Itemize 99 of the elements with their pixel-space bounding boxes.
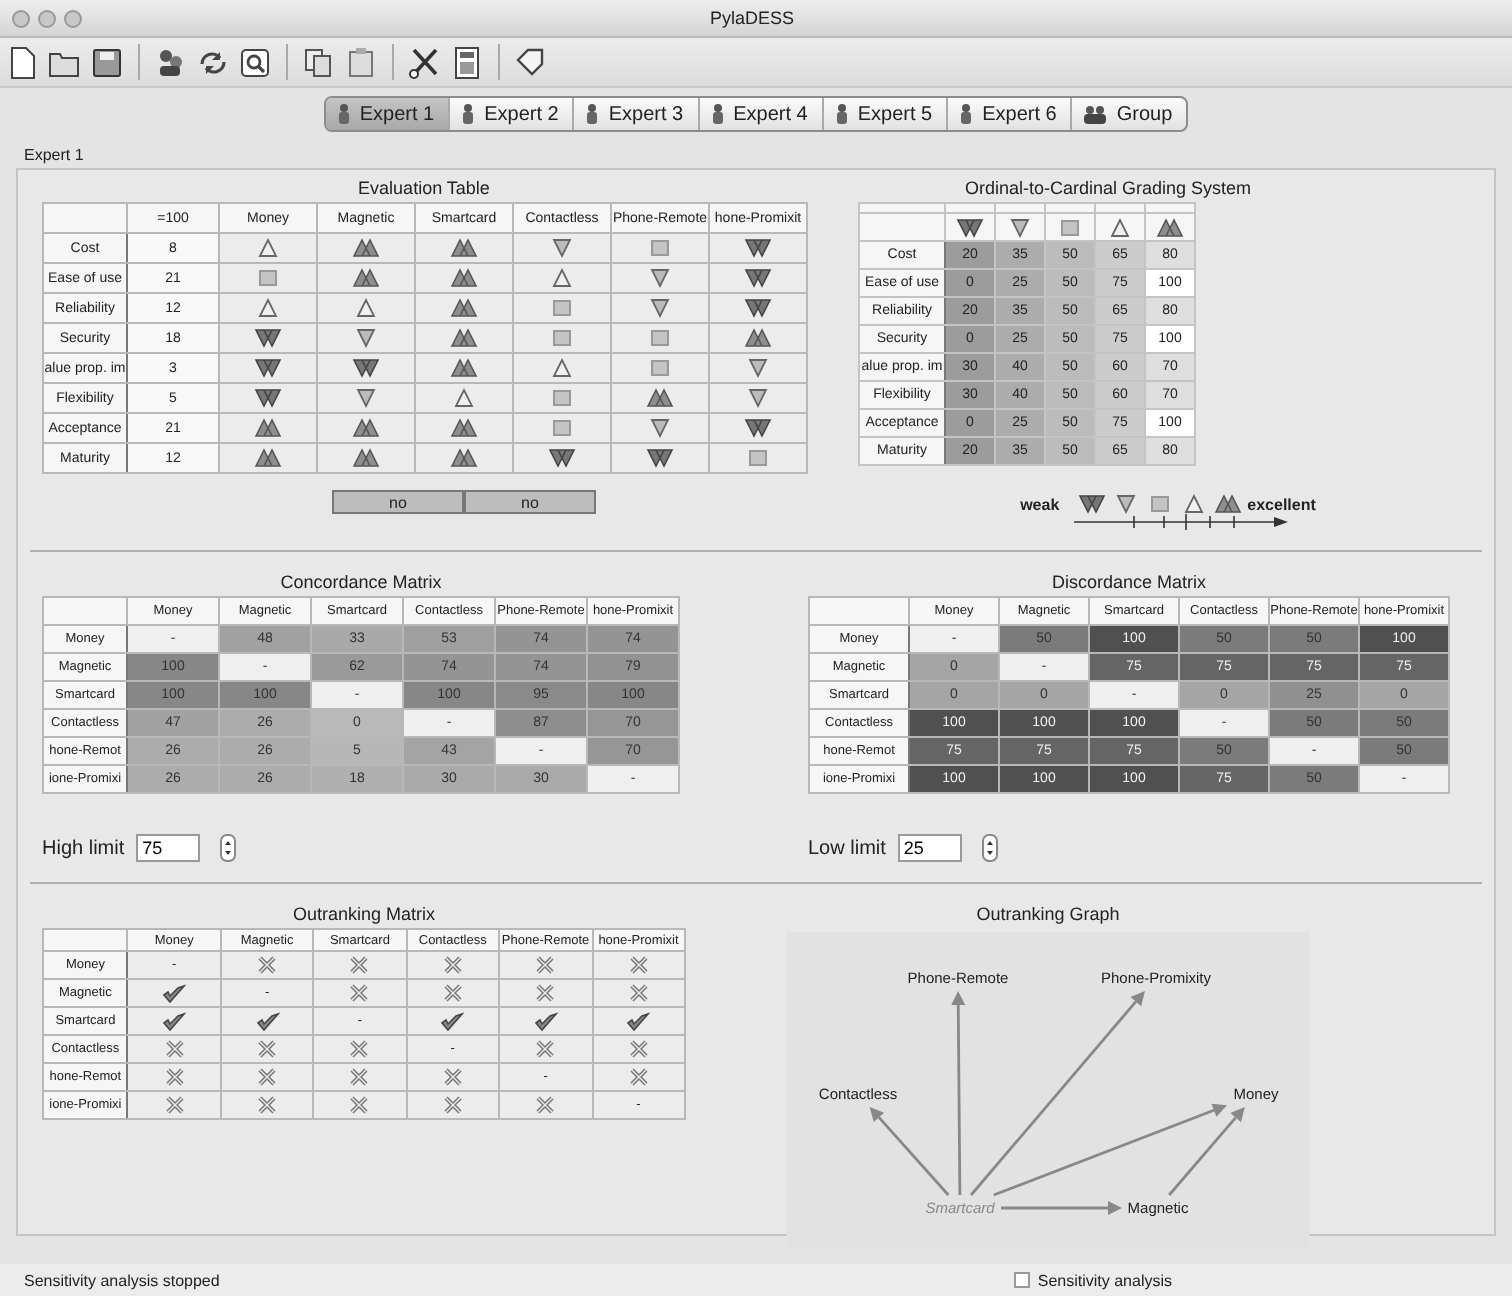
square-icon — [548, 418, 576, 438]
double-down-triangle-icon — [254, 358, 282, 378]
expert-tab[interactable]: Expert 4 — [699, 98, 824, 130]
checkbox[interactable] — [1013, 1272, 1030, 1288]
square-icon — [744, 448, 772, 468]
up-triangle-icon — [254, 238, 282, 258]
double-up-triangle-icon — [646, 388, 674, 408]
table-title: Discordance Matrix — [1049, 572, 1209, 592]
stepper-icon[interactable] — [981, 834, 998, 862]
double-up-triangle-icon — [450, 358, 478, 378]
search-icon[interactable] — [238, 45, 272, 79]
double-up-triangle-icon — [744, 328, 772, 348]
copy-icon[interactable] — [302, 45, 336, 79]
double-up-triangle-icon — [254, 448, 282, 468]
down-triangle-icon — [1111, 494, 1140, 514]
legend-label: excellent — [1247, 495, 1316, 513]
up-triangle-icon — [548, 358, 576, 378]
table-title: Ordinal-to-Cardinal Grading System — [962, 178, 1254, 198]
double-up-triangle-icon — [450, 328, 478, 348]
person-icon — [711, 104, 724, 124]
expert-tab[interactable]: Expert 5 — [823, 98, 949, 130]
group-tab[interactable]: Group — [1072, 98, 1187, 130]
down-triangle-icon — [646, 418, 674, 438]
calculator-icon[interactable] — [450, 45, 484, 79]
double-down-triangle-icon — [744, 298, 772, 318]
status-message: Sensitivity analysis stopped — [24, 1271, 220, 1289]
down-triangle-icon — [352, 328, 380, 348]
up-triangle-icon — [450, 388, 478, 408]
square-icon — [548, 298, 576, 318]
down-triangle-icon — [744, 358, 772, 378]
double-up-triangle-icon — [450, 238, 478, 258]
double-up-triangle-icon — [352, 418, 380, 438]
checkbox-label: Sensitivity analysis — [1037, 1271, 1172, 1289]
double-up-triangle-icon — [352, 448, 380, 468]
square-icon — [646, 358, 674, 378]
double-down-triangle-icon — [744, 418, 772, 438]
people-icon — [1084, 104, 1107, 124]
panel-label: Expert 1 — [22, 144, 86, 168]
expert-tab[interactable]: Expert 1 — [325, 98, 451, 130]
square-icon — [548, 388, 576, 408]
up-triangle-icon — [254, 298, 282, 318]
expert-tab[interactable]: Expert 3 — [574, 98, 700, 130]
limit-field[interactable]: 75 — [136, 834, 201, 862]
down-triangle-icon — [646, 268, 674, 288]
person-icon — [462, 104, 475, 124]
double-up-triangle-icon — [1213, 494, 1242, 514]
up-triangle-icon — [1179, 494, 1208, 514]
person-icon — [586, 104, 599, 124]
expert-tab[interactable]: Expert 6 — [948, 98, 1073, 130]
double-up-triangle-icon — [450, 418, 478, 438]
person-icon — [835, 104, 848, 124]
window-title: PylaDESS — [707, 8, 797, 28]
legend-label: weak — [1020, 495, 1060, 513]
double-up-triangle-icon — [352, 238, 380, 258]
square-icon — [646, 328, 674, 348]
double-up-triangle-icon — [1156, 217, 1184, 237]
double-down-triangle-icon — [254, 328, 282, 348]
square-icon — [548, 328, 576, 348]
limit-field[interactable]: 25 — [897, 834, 962, 862]
up-triangle-icon — [352, 298, 380, 318]
double-up-triangle-icon — [254, 418, 282, 438]
arrow — [1001, 1201, 1122, 1215]
down-triangle-icon — [646, 298, 674, 318]
double-up-triangle-icon — [450, 298, 478, 318]
down-triangle-icon — [352, 388, 380, 408]
down-triangle-icon — [744, 388, 772, 408]
square-icon — [646, 238, 674, 258]
toggle-button[interactable]: no — [464, 490, 596, 514]
person-icon — [960, 104, 973, 124]
table-title: Outranking Matrix — [290, 904, 438, 924]
clipboard-icon[interactable] — [344, 45, 378, 79]
double-down-triangle-icon — [352, 358, 380, 378]
expert-tab[interactable]: Expert 2 — [450, 98, 575, 130]
square-icon — [1145, 494, 1174, 514]
double-down-triangle-icon — [548, 448, 576, 468]
double-up-triangle-icon — [450, 448, 478, 468]
people-icon[interactable] — [154, 45, 188, 79]
limit-label: Low limit — [808, 837, 886, 859]
stepper-icon[interactable] — [220, 834, 237, 862]
double-down-triangle-icon — [744, 268, 772, 288]
double-up-triangle-icon — [450, 268, 478, 288]
scissors-icon[interactable] — [408, 45, 442, 79]
double-down-triangle-icon — [1077, 494, 1106, 514]
tag-icon[interactable] — [514, 45, 548, 79]
table-title: Evaluation Table — [356, 178, 492, 198]
document-icon[interactable] — [6, 45, 40, 79]
double-down-triangle-icon — [744, 238, 772, 258]
double-down-triangle-icon — [646, 448, 674, 468]
double-down-triangle-icon — [956, 217, 984, 237]
down-triangle-icon — [548, 238, 576, 258]
toggle-button[interactable]: no — [332, 490, 464, 514]
person-icon — [337, 104, 350, 124]
graph-title: Outranking Graph — [974, 904, 1122, 924]
square-icon — [254, 268, 282, 288]
table-title: Concordance Matrix — [278, 572, 444, 592]
double-up-triangle-icon — [352, 268, 380, 288]
double-down-triangle-icon — [254, 388, 282, 408]
limit-label: High limit — [42, 837, 125, 859]
up-triangle-icon — [548, 268, 576, 288]
